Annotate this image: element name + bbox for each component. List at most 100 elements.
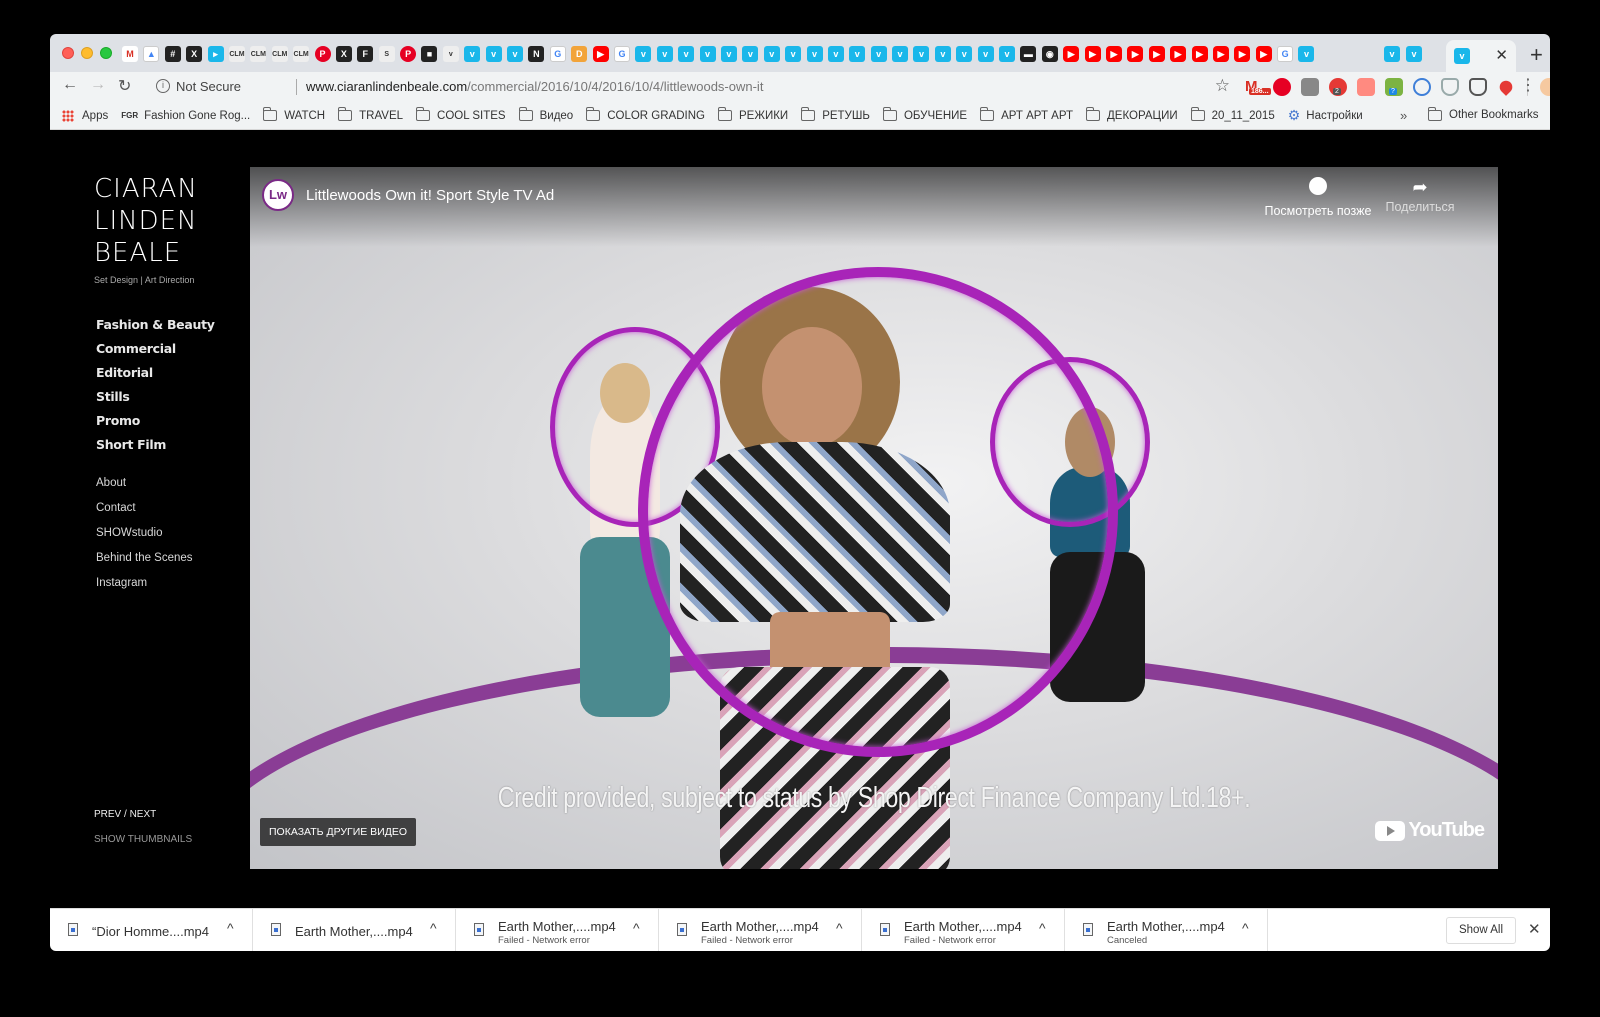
nav-item-editorial[interactable]: Editorial [96, 365, 215, 389]
bookmark-folder-art[interactable]: АРТ АРТ АРТ [980, 107, 1073, 122]
show-all-downloads-button[interactable]: Show All [1446, 917, 1516, 944]
tab-vimeo-icon[interactable]: v [934, 46, 951, 62]
bookmark-settings[interactable]: ⚙ Настройки [1288, 107, 1363, 124]
bookmark-fashion-gone-rogue[interactable]: FGR Fashion Gone Rog... [121, 110, 250, 122]
bookmark-folder-decorations[interactable]: ДЕКОРАЦИИ [1086, 107, 1178, 122]
pinterest-extension-icon[interactable] [1273, 78, 1291, 96]
chevron-up-icon[interactable]: ^ [836, 920, 843, 936]
tab-youtube-icon[interactable]: ▶ [1127, 46, 1144, 62]
close-window-button[interactable] [62, 47, 74, 59]
tab-site-icon[interactable]: ◉ [1041, 46, 1058, 62]
tab-vimeo-icon[interactable]: v [1384, 46, 1400, 62]
tab-google-icon[interactable]: G [1277, 46, 1294, 62]
tab-site-icon[interactable]: X [335, 46, 352, 62]
tab-vimeo-icon[interactable]: v [720, 46, 737, 62]
tab-vimeo-icon[interactable]: v [892, 46, 909, 62]
tab-clm-icon[interactable]: CLM [228, 46, 245, 62]
tab-site-icon[interactable]: N [528, 46, 545, 62]
tab-vimeo-icon[interactable]: v [763, 46, 780, 62]
tab-vimeo-icon[interactable]: v [635, 46, 652, 62]
tab-vimeo-icon[interactable]: v [849, 46, 866, 62]
bookmark-folder-learning[interactable]: ОБУЧЕНИЕ [882, 107, 967, 122]
pocket-extension-icon[interactable] [1469, 78, 1487, 96]
tab-vimeo-icon[interactable]: v [507, 46, 524, 62]
store-extension-icon[interactable] [1301, 78, 1319, 96]
tab-site-icon[interactable]: F [357, 46, 374, 62]
nav-item-short-film[interactable]: Short Film [96, 437, 215, 461]
tab-vimeo-icon[interactable]: v [442, 46, 459, 62]
tab-youtube-icon[interactable]: ▶ [1084, 46, 1101, 62]
tab-clm-icon[interactable]: CLM [271, 46, 288, 62]
tab-vimeo-icon[interactable]: v [827, 46, 844, 62]
nav-item-showstudio[interactable]: SHOWstudio [96, 527, 193, 552]
show-thumbnails-link[interactable]: SHOW THUMBNAILS [94, 834, 192, 845]
profile-avatar[interactable] [1540, 78, 1550, 96]
bookmark-apps[interactable]: Apps [62, 109, 108, 122]
minimize-window-button[interactable] [81, 47, 93, 59]
tab-youtube-icon[interactable]: ▶ [1191, 46, 1208, 62]
nav-item-instagram[interactable]: Instagram [96, 577, 193, 602]
new-tab-button[interactable]: + [1530, 42, 1543, 68]
youtube-logo[interactable]: YouTube [1375, 819, 1485, 842]
download-item[interactable]: Earth Mother,....mp4 Canceled ^ [1065, 909, 1268, 951]
tab-vimeo-icon[interactable]: v [870, 46, 887, 62]
tab-gmail-icon[interactable]: M [122, 46, 138, 62]
bookmark-folder-cool-sites[interactable]: COOL SITES [416, 107, 506, 122]
tab-youtube-icon[interactable]: ▶ [1234, 46, 1251, 62]
tab-pinterest-icon[interactable]: P [314, 46, 331, 62]
video-player[interactable]: Lw Littlewoods Own it! Sport Style TV Ad… [250, 167, 1498, 869]
tab-vimeo-icon[interactable]: v [785, 46, 802, 62]
browser-menu-icon[interactable]: ⋮ [1520, 75, 1536, 95]
tab-site-icon[interactable]: X [186, 46, 203, 62]
address-bar[interactable]: i Not Secure www.ciaranlindenbeale.com/c… [146, 74, 1236, 100]
info-icon[interactable]: i [156, 79, 170, 93]
tab-vimeo-icon[interactable]: v [977, 46, 994, 62]
back-arrow-icon[interactable]: ← [62, 76, 78, 94]
tab-vimeo-icon[interactable]: v [806, 46, 823, 62]
bookmark-folder-date[interactable]: 20_11_2015 [1190, 107, 1275, 122]
forward-arrow-icon[interactable]: → [90, 76, 106, 94]
bookmark-folder-watch[interactable]: WATCH [263, 107, 325, 122]
tab-vimeo-icon[interactable]: v [699, 46, 716, 62]
download-item[interactable]: “Dior Homme....mp4 ^ [50, 909, 253, 951]
download-item[interactable]: Earth Mother,....mp4 Failed - Network er… [659, 909, 862, 951]
tab-youtube-icon[interactable]: ▶ [1212, 46, 1229, 62]
more-videos-button[interactable]: ПОКАЗАТЬ ДРУГИЕ ВИДЕО [260, 818, 417, 846]
prev-next-link[interactable]: PREV / NEXT [94, 809, 156, 820]
video-title[interactable]: Littlewoods Own it! Sport Style TV Ad [306, 187, 554, 204]
gmail-extension-icon[interactable]: M 186... [1245, 78, 1271, 96]
tab-clm-icon[interactable]: CLM [293, 46, 310, 62]
tab-drive-icon[interactable]: ▲ [143, 46, 160, 62]
reload-icon[interactable]: ↻ [118, 76, 131, 96]
bookmarks-overflow-button[interactable]: » [1400, 108, 1407, 123]
tab-youtube-icon[interactable]: ▶ [1105, 46, 1122, 62]
tab-vimeo-icon[interactable]: v [1298, 46, 1315, 62]
tab-site-icon[interactable]: ▸ [207, 46, 224, 62]
bookmark-folder-retouch[interactable]: РЕТУШЬ [801, 107, 870, 122]
zoom-window-button[interactable] [100, 47, 112, 59]
tab-youtube-icon[interactable]: ▶ [592, 46, 609, 62]
other-bookmarks[interactable]: Other Bookmarks [1428, 106, 1538, 121]
nav-item-stills[interactable]: Stills [96, 389, 215, 413]
nav-item-about[interactable]: About [96, 477, 193, 502]
chevron-up-icon[interactable]: ^ [1039, 920, 1046, 936]
tab-google-icon[interactable]: G [613, 46, 630, 62]
chevron-up-icon[interactable]: ^ [430, 920, 437, 936]
nav-item-fashion-beauty[interactable]: Fashion & Beauty [96, 317, 215, 341]
tab-vimeo-icon[interactable]: v [913, 46, 930, 62]
tab-cube-icon[interactable]: ■ [421, 46, 438, 62]
tab-vimeo-icon[interactable]: v [1406, 46, 1422, 62]
site-logo[interactable]: CIARAN LINDEN BEALE [94, 173, 198, 269]
download-item[interactable]: Earth Mother,....mp4 Failed - Network er… [862, 909, 1065, 951]
tab-youtube-icon[interactable]: ▶ [1148, 46, 1165, 62]
active-tab[interactable]: v ✕ [1446, 40, 1516, 72]
nav-item-commercial[interactable]: Commercial [96, 341, 215, 365]
watch-later-button[interactable]: Посмотреть позже [1258, 177, 1378, 218]
tab-vimeo-icon[interactable]: v [999, 46, 1016, 62]
tab-pinterest-icon[interactable]: P [400, 46, 417, 62]
share-button[interactable]: ➦ Поделиться [1380, 177, 1460, 214]
cast-extension-icon[interactable] [1357, 78, 1375, 96]
tab-vimeo-icon[interactable]: v [656, 46, 673, 62]
chevron-up-icon[interactable]: ^ [633, 920, 640, 936]
nav-item-behind-the-scenes[interactable]: Behind the Scenes [96, 552, 193, 577]
